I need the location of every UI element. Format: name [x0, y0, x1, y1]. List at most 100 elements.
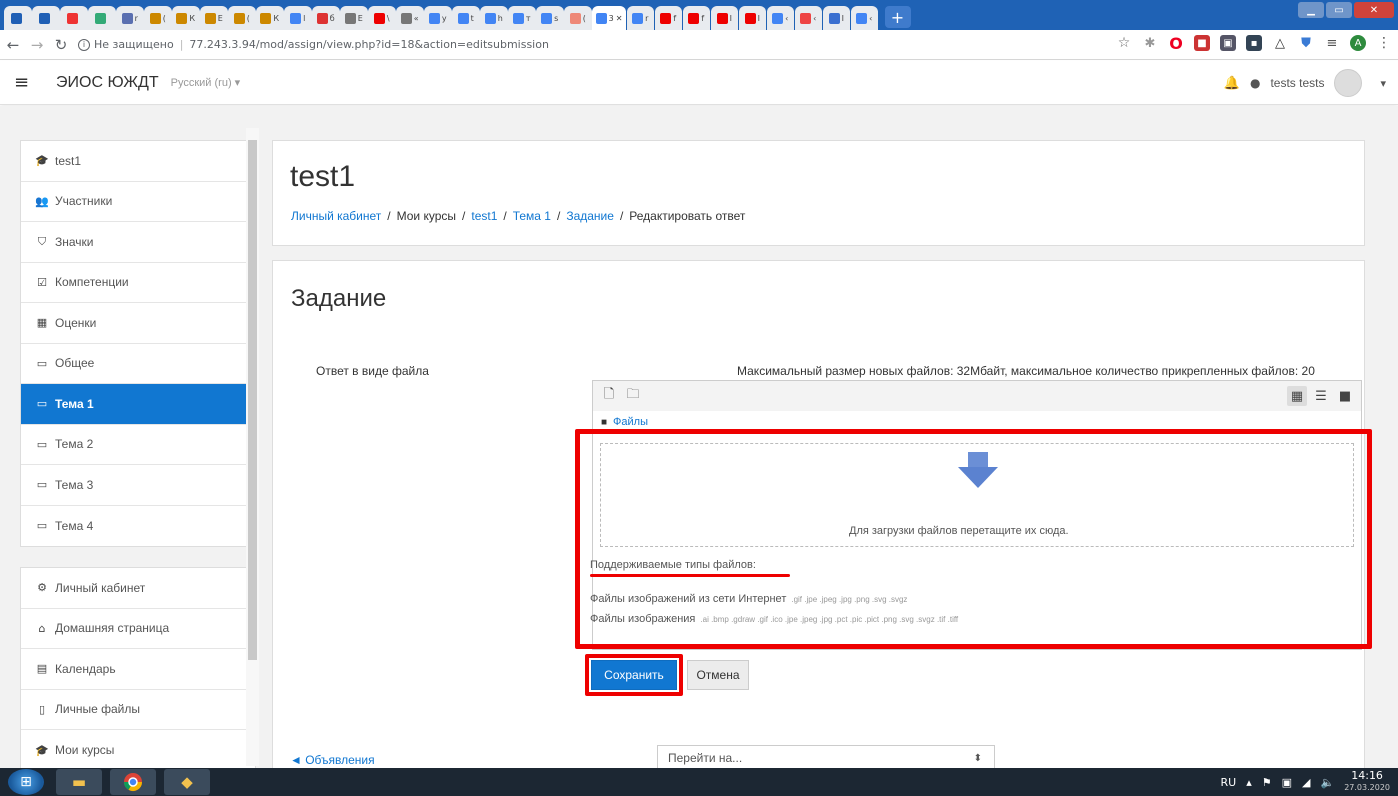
avatar[interactable] — [1334, 69, 1363, 97]
breadcrumb-item[interactable]: Тема 1 — [513, 209, 551, 223]
browser-tab[interactable]: ( — [564, 6, 592, 30]
browser-tab[interactable]: Е — [340, 6, 368, 30]
cancel-button[interactable]: Отмена — [687, 660, 749, 690]
maximize-button[interactable]: ▭ — [1326, 2, 1352, 18]
minimize-button[interactable]: ▁ — [1298, 2, 1324, 18]
nav-item-5[interactable]: ▦ Оценки — [21, 303, 255, 344]
extension-red-icon[interactable]: ■ — [1194, 35, 1210, 51]
path-label[interactable]: Файлы — [613, 416, 648, 428]
messages-icon[interactable]: ● — [1250, 76, 1260, 90]
nav-item-8[interactable]: ▭ Тема 2 — [21, 425, 255, 465]
browser-tab[interactable]: I — [822, 6, 850, 30]
nav-item-10[interactable]: ▭ Тема 4 — [21, 506, 255, 547]
language-selector[interactable]: Русский (ru) ▾ — [171, 76, 241, 89]
site-name[interactable]: ЭИОС ЮЖДТ — [56, 74, 159, 92]
new-tab-button[interactable]: + — [884, 6, 911, 28]
browser-tab[interactable] — [60, 6, 88, 30]
profile-avatar-icon[interactable]: A — [1350, 35, 1366, 51]
breadcrumb-item[interactable]: Задание — [566, 209, 614, 223]
extension-screen-icon[interactable]: ▪ — [1246, 35, 1262, 51]
user-name[interactable]: tests tests — [1270, 76, 1324, 90]
nav-item-6[interactable]: ▭ Общее — [21, 344, 255, 384]
close-tab-icon[interactable]: ✕ — [616, 14, 623, 23]
menu-toggle-icon[interactable]: ≡ — [14, 72, 34, 93]
browser-tab[interactable]: ‹ — [794, 6, 822, 30]
nav-scrollbar-thumb[interactable] — [248, 140, 257, 660]
extension-drive-icon[interactable]: △ — [1272, 35, 1288, 51]
browser-tab[interactable] — [88, 6, 116, 30]
signal-icon[interactable]: ◢ — [1302, 776, 1310, 789]
clock[interactable]: 14:16 27.03.2020 — [1344, 770, 1390, 794]
create-folder-icon[interactable]: 🗀 — [623, 386, 643, 406]
nav-item-2[interactable]: ⌂ Домашняя страница — [21, 609, 255, 649]
forward-icon[interactable]: → — [26, 36, 48, 54]
nav-item-3[interactable]: ⛉ Значки — [21, 222, 255, 263]
browser-tab[interactable]: s — [536, 6, 564, 30]
tree-view-icon[interactable]: ■ — [1335, 386, 1355, 406]
device-icon[interactable]: ▣ — [1282, 776, 1292, 789]
browser-tab[interactable]: r — [116, 6, 144, 30]
browser-tab[interactable]: т — [508, 6, 536, 30]
browser-menu-icon[interactable]: ⋮ — [1376, 35, 1392, 51]
grid-view-icon[interactable]: ▦ — [1287, 386, 1307, 406]
browser-tab[interactable]: К — [256, 6, 284, 30]
nav-item-2[interactable]: 👥 Участники — [21, 182, 255, 222]
language-indicator[interactable]: RU — [1221, 776, 1237, 789]
browser-tab[interactable]: б — [312, 6, 340, 30]
browser-tab[interactable]: \ — [368, 6, 396, 30]
reading-list-icon[interactable]: ≡ — [1324, 35, 1340, 51]
tray-expand-icon[interactable]: ▴ — [1246, 776, 1252, 789]
app-taskbar-icon[interactable]: ◆ — [164, 769, 210, 795]
nav-item-5[interactable]: 🎓 Мои курсы — [21, 730, 255, 771]
breadcrumb-item[interactable]: Личный кабинет — [291, 209, 381, 223]
browser-tab[interactable]: l — [284, 6, 312, 30]
browser-tab[interactable]: Е — [200, 6, 228, 30]
nav-item-4[interactable]: ☑ Компетенции — [21, 263, 255, 303]
browser-tab[interactable] — [32, 6, 60, 30]
list-view-icon[interactable]: ☰ — [1311, 386, 1331, 406]
nav-item-4[interactable]: ▯ Личные файлы — [21, 690, 255, 730]
browser-tab[interactable]: r — [626, 6, 654, 30]
nav-item-7[interactable]: ▭ Тема 1 — [21, 384, 255, 425]
bookmark-star-icon[interactable]: ☆ — [1116, 35, 1132, 51]
browser-tab[interactable]: « — [396, 6, 424, 30]
user-menu-arrow-icon[interactable]: ▾ — [1380, 77, 1386, 90]
browser-tab[interactable]: ‹ — [850, 6, 878, 30]
previous-activity-link[interactable]: ◄ Объявления — [290, 753, 375, 767]
nav-item-3[interactable]: ▤ Календарь — [21, 649, 255, 690]
add-file-icon[interactable]: 🗋 — [599, 386, 619, 406]
browser-tab[interactable]: I — [710, 6, 738, 30]
browser-tab[interactable]: I — [738, 6, 766, 30]
browser-tab[interactable]: ‹ — [766, 6, 794, 30]
browser-tab[interactable]: у — [424, 6, 452, 30]
reload-icon[interactable]: ↻ — [50, 36, 72, 54]
browser-tab[interactable]: f — [682, 6, 710, 30]
volume-icon[interactable]: 🔈 — [1320, 776, 1334, 789]
chrome-taskbar-icon[interactable] — [110, 769, 156, 795]
extension-gear-icon[interactable]: ✱ — [1142, 35, 1158, 51]
save-button[interactable]: Сохранить — [591, 660, 677, 690]
start-button[interactable]: ⊞ — [8, 769, 44, 795]
info-icon[interactable]: i — [78, 38, 90, 51]
browser-tab[interactable]: К — [172, 6, 200, 30]
nav-item-1[interactable]: 🎓 test1 — [21, 141, 255, 182]
file-path[interactable]: ■ Файлы — [601, 416, 648, 428]
nav-item-1[interactable]: ⚙ Личный кабинет — [21, 568, 255, 609]
explorer-taskbar-icon[interactable]: ▬ — [56, 769, 102, 795]
browser-tab[interactable]: h — [480, 6, 508, 30]
browser-tab[interactable]: 3 ✕ — [592, 6, 626, 30]
browser-tab[interactable]: ( — [144, 6, 172, 30]
url-field[interactable]: i Не защищено | 77.243.3.94/mod/assign/v… — [78, 38, 549, 51]
extension-dark-icon[interactable]: ▣ — [1220, 35, 1236, 51]
close-window-button[interactable]: ✕ — [1354, 2, 1394, 18]
nav-item-9[interactable]: ▭ Тема 3 — [21, 465, 255, 506]
opera-icon[interactable]: O — [1168, 34, 1184, 53]
breadcrumb-item[interactable]: test1 — [471, 209, 497, 223]
browser-tab[interactable]: ( — [228, 6, 256, 30]
flag-icon[interactable]: ⚑ — [1262, 776, 1272, 789]
notification-bell-icon[interactable]: 🔔 — [1224, 76, 1240, 91]
browser-tab[interactable]: f — [654, 6, 682, 30]
back-icon[interactable]: ← — [2, 36, 24, 54]
url-text[interactable]: 77.243.3.94/mod/assign/view.php?id=18&ac… — [189, 38, 549, 51]
extension-shield-icon[interactable]: ⛊ — [1298, 35, 1314, 51]
